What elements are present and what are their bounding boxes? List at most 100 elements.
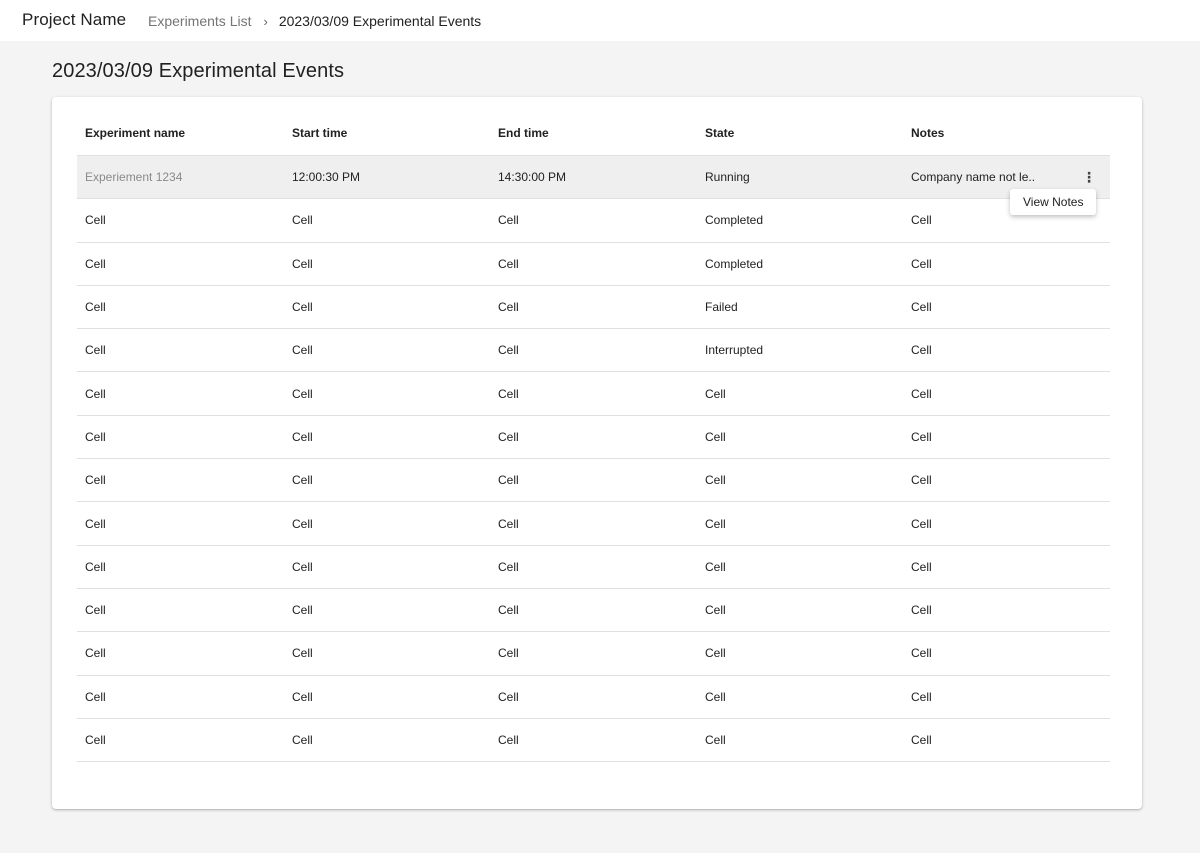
cell-end-time: Cell (498, 213, 519, 228)
column-header-start-time[interactable]: Start time (292, 111, 347, 155)
cell-state: Completed (705, 213, 764, 228)
cell-end-time: Cell (498, 646, 519, 661)
chevron-right-icon: › (263, 13, 268, 29)
table-body: Experiement 1234 12:00:30 PM 14:30:00 PM Ru… (77, 156, 1110, 763)
cell-experiment-name: Cell (85, 603, 106, 618)
cell-start-time: Cell (292, 386, 313, 401)
table-row[interactable]: Experiement 1234 12:00:30 PM 14:30:00 PM Ru… (77, 156, 1110, 200)
cell-end-time: 14:30:00 PM (498, 170, 567, 185)
project-name: Project Name (22, 10, 127, 29)
cell-end-time: Cell (498, 473, 519, 488)
cell-end-time: Cell (498, 516, 519, 531)
cell-start-time: Cell (292, 603, 313, 618)
table-row[interactable]: Cell Cell Cell Cell Cell (77, 676, 1110, 719)
cell-notes: Cell (911, 733, 932, 747)
cell-state: Cell (705, 559, 726, 574)
cell-notes: Cell (911, 256, 932, 271)
breadcrumb-current: 2023/03/09 Experimental Events (278, 13, 482, 29)
cell-notes: Cell (911, 473, 932, 488)
cell-start-time: 12:00:30 PM (292, 170, 361, 185)
cell-state: Completed (705, 256, 764, 271)
cell-end-time: Cell (498, 733, 519, 747)
column-header-end-time[interactable]: End time (498, 111, 549, 155)
cell-start-time: Cell (292, 559, 313, 574)
cell-notes: Cell (911, 516, 932, 531)
cell-state: Cell (705, 429, 726, 444)
cell-notes: Cell (911, 343, 932, 358)
page-title: 2023/03/09 Experimental Events (52, 60, 345, 82)
cell-notes: Cell (911, 603, 932, 618)
cell-experiment-name: Cell (85, 386, 106, 401)
cell-state: Interrupted (705, 343, 764, 358)
cell-end-time: Cell (498, 689, 519, 704)
cell-start-time: Cell (292, 689, 313, 704)
cell-state: Running (705, 170, 750, 185)
cell-end-time: Cell (498, 343, 519, 358)
cell-end-time: Cell (498, 559, 519, 574)
cell-notes: Cell (911, 429, 932, 444)
cell-experiment-name: Cell (85, 646, 106, 661)
cell-experiment-name: Cell (85, 516, 106, 531)
table-row[interactable]: Cell Cell Cell Cell Cell (77, 632, 1110, 676)
table-row[interactable]: Cell Cell Cell Interrupted Cell (77, 329, 1110, 373)
cell-notes: Cell (911, 646, 932, 661)
cell-experiment-name: Cell (85, 473, 106, 488)
column-header-state[interactable]: State (705, 111, 734, 155)
cell-experiment-name: Cell (85, 343, 106, 358)
cell-experiment-name: Cell (85, 213, 106, 228)
cell-end-time: Cell (498, 300, 519, 315)
cell-state: Cell (705, 473, 726, 488)
cell-experiment-name: Experiement 1234 (85, 170, 183, 185)
top-bar: Project Name Experiments List › 2023/03/… (0, 0, 1200, 41)
cell-start-time: Cell (292, 256, 313, 271)
cell-end-time: Cell (498, 386, 519, 401)
cell-experiment-name: Cell (85, 559, 106, 574)
cell-end-time: Cell (498, 603, 519, 618)
table-row[interactable]: Cell Cell Cell Cell Cell (77, 372, 1110, 416)
cell-experiment-name: Cell (85, 429, 106, 444)
experiments-table-card: Experiment name Start time End time Stat… (52, 97, 1142, 809)
table-row[interactable]: Cell Cell Cell Completed Cell (77, 199, 1110, 243)
table-row[interactable]: Cell Cell Cell Cell Cell (77, 502, 1110, 546)
breadcrumb: Experiments List › 2023/03/09 Experiment… (148, 13, 481, 29)
table-row[interactable]: Cell Cell Cell Completed Cell (77, 243, 1110, 286)
cell-start-time: Cell (292, 213, 313, 228)
cell-experiment-name: Cell (85, 300, 106, 315)
table-row[interactable]: Cell Cell Cell Failed Cell (77, 286, 1110, 330)
cell-state: Cell (705, 733, 726, 747)
cell-end-time: Cell (498, 429, 519, 444)
cell-state: Cell (705, 603, 726, 618)
experiments-table: Experiment name Start time End time Stat… (77, 111, 1110, 763)
cell-notes: Cell (911, 386, 932, 401)
cell-start-time: Cell (292, 473, 313, 488)
cell-state: Cell (705, 689, 726, 704)
cell-experiment-name: Cell (85, 689, 106, 704)
cell-state: Cell (705, 516, 726, 531)
table-row[interactable]: Cell Cell Cell Cell Cell (77, 546, 1110, 589)
column-header-notes[interactable]: Notes (911, 111, 944, 155)
cell-start-time: Cell (292, 646, 313, 661)
cell-start-time: Cell (292, 516, 313, 531)
cell-experiment-name: Cell (85, 733, 106, 747)
cell-state: Cell (705, 386, 726, 401)
cell-notes: Cell (911, 689, 932, 704)
cell-notes: Cell (911, 559, 932, 574)
cell-start-time: Cell (292, 733, 313, 747)
table-header-row: Experiment name Start time End time Stat… (77, 111, 1110, 156)
table-row[interactable]: Cell Cell Cell Cell Cell (77, 719, 1110, 763)
cell-end-time: Cell (498, 256, 519, 271)
table-row[interactable]: Cell Cell Cell Cell Cell (77, 416, 1110, 460)
cell-state: Cell (705, 646, 726, 661)
cell-state: Failed (705, 300, 738, 315)
cell-notes: Cell (911, 300, 932, 315)
cell-start-time: Cell (292, 429, 313, 444)
view-notes-menu-item[interactable]: View Notes (1023, 195, 1083, 209)
breadcrumb-experiments-list[interactable]: Experiments List (148, 13, 251, 29)
row-context-menu: View Notes (1010, 189, 1097, 215)
cell-experiment-name: Cell (85, 256, 106, 271)
table-row[interactable]: Cell Cell Cell Cell Cell (77, 459, 1110, 503)
column-header-experiment-name[interactable]: Experiment name (85, 111, 185, 155)
cell-start-time: Cell (292, 300, 313, 315)
table-row[interactable]: Cell Cell Cell Cell Cell (77, 589, 1110, 633)
cell-start-time: Cell (292, 343, 313, 358)
